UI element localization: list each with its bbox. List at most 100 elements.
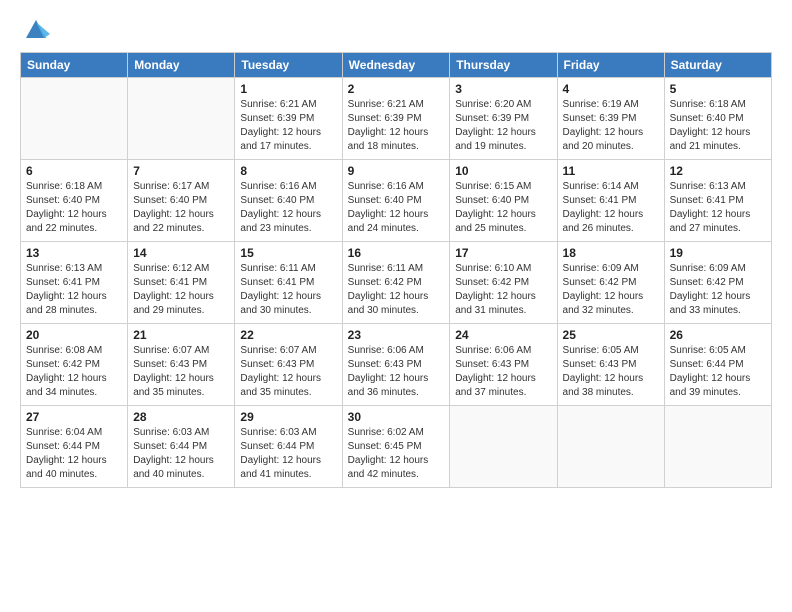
calendar-cell: 19 Sunrise: 6:09 AM Sunset: 6:42 PM Dayli… bbox=[664, 242, 771, 324]
day-info: Sunrise: 6:16 AM Sunset: 6:40 PM Dayligh… bbox=[348, 180, 445, 236]
calendar-header-saturday: Saturday bbox=[664, 53, 771, 78]
calendar-header-wednesday: Wednesday bbox=[342, 53, 450, 78]
calendar-header-monday: Monday bbox=[128, 53, 235, 78]
day-info: Sunrise: 6:11 AM Sunset: 6:42 PM Dayligh… bbox=[348, 262, 445, 318]
day-info: Sunrise: 6:08 AM Sunset: 6:42 PM Dayligh… bbox=[26, 344, 122, 400]
calendar-cell: 8 Sunrise: 6:16 AM Sunset: 6:40 PM Daylig… bbox=[235, 160, 342, 242]
calendar-cell: 15 Sunrise: 6:11 AM Sunset: 6:41 PM Dayli… bbox=[235, 242, 342, 324]
logo-icon bbox=[22, 14, 50, 42]
day-number: 5 bbox=[670, 82, 766, 96]
calendar-cell: 24 Sunrise: 6:06 AM Sunset: 6:43 PM Dayli… bbox=[450, 324, 557, 406]
day-number: 28 bbox=[133, 410, 229, 424]
calendar-cell: 13 Sunrise: 6:13 AM Sunset: 6:41 PM Dayli… bbox=[21, 242, 128, 324]
day-number: 27 bbox=[26, 410, 122, 424]
calendar-cell: 3 Sunrise: 6:20 AM Sunset: 6:39 PM Daylig… bbox=[450, 78, 557, 160]
day-number: 25 bbox=[563, 328, 659, 342]
calendar-cell bbox=[128, 78, 235, 160]
calendar-week-2: 13 Sunrise: 6:13 AM Sunset: 6:41 PM Dayli… bbox=[21, 242, 772, 324]
day-number: 30 bbox=[348, 410, 445, 424]
calendar-cell: 27 Sunrise: 6:04 AM Sunset: 6:44 PM Dayli… bbox=[21, 406, 128, 488]
calendar-table: SundayMondayTuesdayWednesdayThursdayFrid… bbox=[20, 52, 772, 488]
calendar-cell: 28 Sunrise: 6:03 AM Sunset: 6:44 PM Dayli… bbox=[128, 406, 235, 488]
day-info: Sunrise: 6:03 AM Sunset: 6:44 PM Dayligh… bbox=[240, 426, 336, 482]
page: SundayMondayTuesdayWednesdayThursdayFrid… bbox=[0, 0, 792, 612]
calendar-cell: 18Sunrise: 6:09 AM Sunset: 6:42 PM Dayli… bbox=[557, 242, 664, 324]
calendar-cell: 22 Sunrise: 6:07 AM Sunset: 6:43 PM Dayli… bbox=[235, 324, 342, 406]
calendar-cell: 1 Sunrise: 6:21 AM Sunset: 6:39 PM Daylig… bbox=[235, 78, 342, 160]
day-number: 16 bbox=[348, 246, 445, 260]
calendar-cell: 10Sunrise: 6:15 AM Sunset: 6:40 PM Dayli… bbox=[450, 160, 557, 242]
day-number: 9 bbox=[348, 164, 445, 178]
calendar-week-3: 20 Sunrise: 6:08 AM Sunset: 6:42 PM Dayli… bbox=[21, 324, 772, 406]
day-info: Sunrise: 6:16 AM Sunset: 6:40 PM Dayligh… bbox=[240, 180, 336, 236]
day-info: Sunrise: 6:11 AM Sunset: 6:41 PM Dayligh… bbox=[240, 262, 336, 318]
day-number: 17 bbox=[455, 246, 551, 260]
day-info: Sunrise: 6:18 AM Sunset: 6:40 PM Dayligh… bbox=[26, 180, 122, 236]
day-number: 13 bbox=[26, 246, 122, 260]
day-number: 3 bbox=[455, 82, 551, 96]
day-info: Sunrise: 6:09 AM Sunset: 6:42 PM Dayligh… bbox=[670, 262, 766, 318]
day-info: Sunrise: 6:13 AM Sunset: 6:41 PM Dayligh… bbox=[26, 262, 122, 318]
logo bbox=[20, 18, 50, 42]
calendar-cell: 5 Sunrise: 6:18 AM Sunset: 6:40 PM Daylig… bbox=[664, 78, 771, 160]
day-number: 21 bbox=[133, 328, 229, 342]
calendar-header-friday: Friday bbox=[557, 53, 664, 78]
day-number: 19 bbox=[670, 246, 766, 260]
day-info: Sunrise: 6:05 AM Sunset: 6:44 PM Dayligh… bbox=[670, 344, 766, 400]
day-info: Sunrise: 6:04 AM Sunset: 6:44 PM Dayligh… bbox=[26, 426, 122, 482]
header bbox=[20, 18, 772, 42]
day-number: 10 bbox=[455, 164, 551, 178]
calendar-cell bbox=[450, 406, 557, 488]
calendar-cell: 2Sunrise: 6:21 AM Sunset: 6:39 PM Daylig… bbox=[342, 78, 450, 160]
day-info: Sunrise: 6:21 AM Sunset: 6:39 PM Dayligh… bbox=[240, 98, 336, 154]
day-number: 22 bbox=[240, 328, 336, 342]
calendar-cell: 9 Sunrise: 6:16 AM Sunset: 6:40 PM Daylig… bbox=[342, 160, 450, 242]
calendar-cell: 17Sunrise: 6:10 AM Sunset: 6:42 PM Dayli… bbox=[450, 242, 557, 324]
day-info: Sunrise: 6:19 AM Sunset: 6:39 PM Dayligh… bbox=[563, 98, 659, 154]
calendar-cell bbox=[664, 406, 771, 488]
calendar-cell: 12 Sunrise: 6:13 AM Sunset: 6:41 PM Dayli… bbox=[664, 160, 771, 242]
calendar-header-row: SundayMondayTuesdayWednesdayThursdayFrid… bbox=[21, 53, 772, 78]
day-number: 8 bbox=[240, 164, 336, 178]
calendar-cell: 20 Sunrise: 6:08 AM Sunset: 6:42 PM Dayli… bbox=[21, 324, 128, 406]
day-info: Sunrise: 6:07 AM Sunset: 6:43 PM Dayligh… bbox=[240, 344, 336, 400]
calendar-cell: 14 Sunrise: 6:12 AM Sunset: 6:41 PM Dayli… bbox=[128, 242, 235, 324]
day-number: 15 bbox=[240, 246, 336, 260]
day-number: 6 bbox=[26, 164, 122, 178]
calendar-cell: 4 Sunrise: 6:19 AM Sunset: 6:39 PM Daylig… bbox=[557, 78, 664, 160]
day-info: Sunrise: 6:03 AM Sunset: 6:44 PM Dayligh… bbox=[133, 426, 229, 482]
day-number: 18 bbox=[563, 246, 659, 260]
day-number: 24 bbox=[455, 328, 551, 342]
day-info: Sunrise: 6:18 AM Sunset: 6:40 PM Dayligh… bbox=[670, 98, 766, 154]
calendar-cell: 25 Sunrise: 6:05 AM Sunset: 6:43 PM Dayli… bbox=[557, 324, 664, 406]
day-number: 4 bbox=[563, 82, 659, 96]
calendar-cell: 11 Sunrise: 6:14 AM Sunset: 6:41 PM Dayli… bbox=[557, 160, 664, 242]
day-number: 20 bbox=[26, 328, 122, 342]
day-info: Sunrise: 6:12 AM Sunset: 6:41 PM Dayligh… bbox=[133, 262, 229, 318]
day-number: 29 bbox=[240, 410, 336, 424]
day-info: Sunrise: 6:07 AM Sunset: 6:43 PM Dayligh… bbox=[133, 344, 229, 400]
calendar-cell: 7Sunrise: 6:17 AM Sunset: 6:40 PM Daylig… bbox=[128, 160, 235, 242]
day-info: Sunrise: 6:06 AM Sunset: 6:43 PM Dayligh… bbox=[348, 344, 445, 400]
day-number: 12 bbox=[670, 164, 766, 178]
calendar-cell: 21 Sunrise: 6:07 AM Sunset: 6:43 PM Dayli… bbox=[128, 324, 235, 406]
day-info: Sunrise: 6:06 AM Sunset: 6:43 PM Dayligh… bbox=[455, 344, 551, 400]
calendar-cell bbox=[557, 406, 664, 488]
day-number: 1 bbox=[240, 82, 336, 96]
calendar-cell: 29 Sunrise: 6:03 AM Sunset: 6:44 PM Dayli… bbox=[235, 406, 342, 488]
day-info: Sunrise: 6:14 AM Sunset: 6:41 PM Dayligh… bbox=[563, 180, 659, 236]
calendar-header-thursday: Thursday bbox=[450, 53, 557, 78]
day-number: 7 bbox=[133, 164, 229, 178]
calendar-header-tuesday: Tuesday bbox=[235, 53, 342, 78]
calendar-cell: 30Sunrise: 6:02 AM Sunset: 6:45 PM Dayli… bbox=[342, 406, 450, 488]
calendar-cell: 23 Sunrise: 6:06 AM Sunset: 6:43 PM Dayli… bbox=[342, 324, 450, 406]
day-number: 2 bbox=[348, 82, 445, 96]
day-number: 11 bbox=[563, 164, 659, 178]
calendar-cell: 6 Sunrise: 6:18 AM Sunset: 6:40 PM Daylig… bbox=[21, 160, 128, 242]
day-number: 23 bbox=[348, 328, 445, 342]
day-number: 26 bbox=[670, 328, 766, 342]
day-info: Sunrise: 6:20 AM Sunset: 6:39 PM Dayligh… bbox=[455, 98, 551, 154]
day-number: 14 bbox=[133, 246, 229, 260]
day-info: Sunrise: 6:05 AM Sunset: 6:43 PM Dayligh… bbox=[563, 344, 659, 400]
day-info: Sunrise: 6:13 AM Sunset: 6:41 PM Dayligh… bbox=[670, 180, 766, 236]
